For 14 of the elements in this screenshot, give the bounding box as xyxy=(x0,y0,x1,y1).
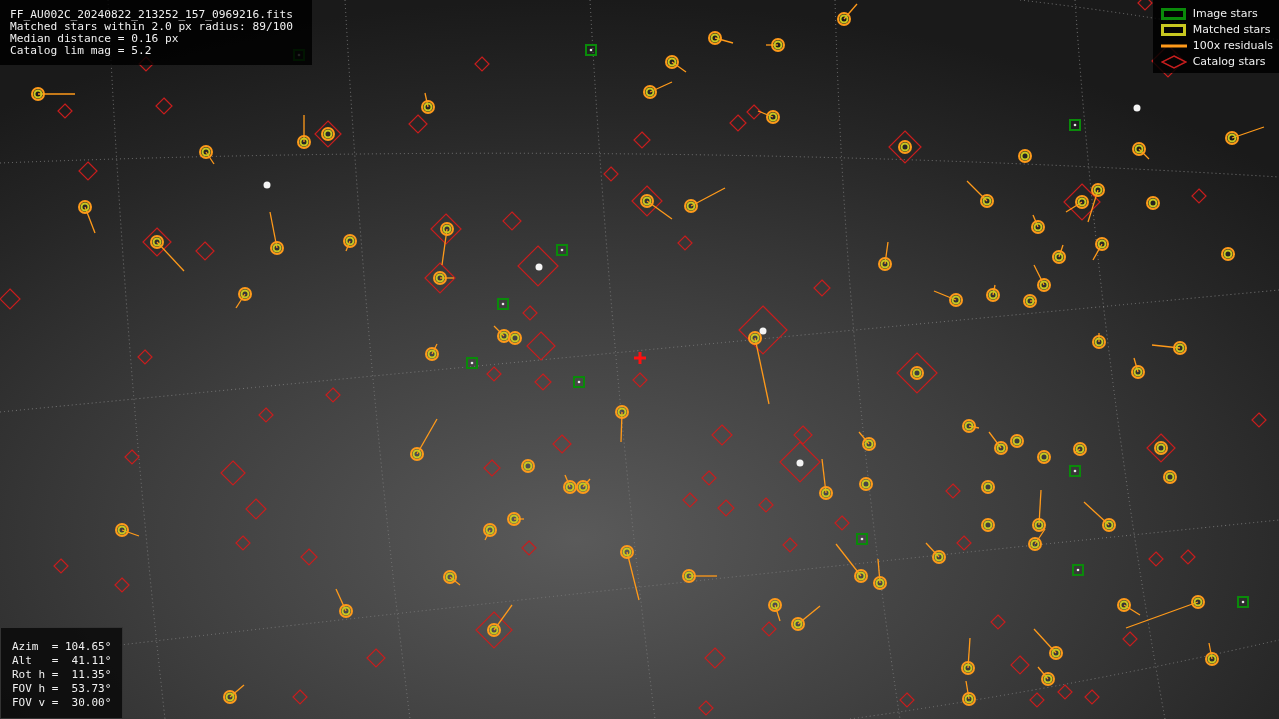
info-text: Matched stars within 2.0 px radius: 89/100 xyxy=(10,21,294,33)
legend-label: Matched stars xyxy=(1192,23,1271,36)
pointing-text: FOV h = 53.73° xyxy=(12,682,113,696)
info-text: Catalog lim mag = 5.2 xyxy=(10,45,153,57)
pointing-text: FOV v = 30.00° xyxy=(12,696,113,710)
info-text: Median distance = 0.16 px xyxy=(10,33,180,45)
pointing-text: Alt = 41.11° xyxy=(12,654,113,668)
info-text: FF_AU002C_20240822_213252_157_0969216.fits xyxy=(10,9,294,21)
pointing-text: Azim = 104.65° xyxy=(12,640,113,654)
legend-label: Image stars xyxy=(1192,7,1258,20)
center-cross-icon xyxy=(632,350,648,366)
legend-label: Catalog stars xyxy=(1192,55,1266,68)
pointing-text: Rot h = 11.35° xyxy=(12,668,113,682)
legend-label: 100x residuals xyxy=(1192,39,1273,52)
